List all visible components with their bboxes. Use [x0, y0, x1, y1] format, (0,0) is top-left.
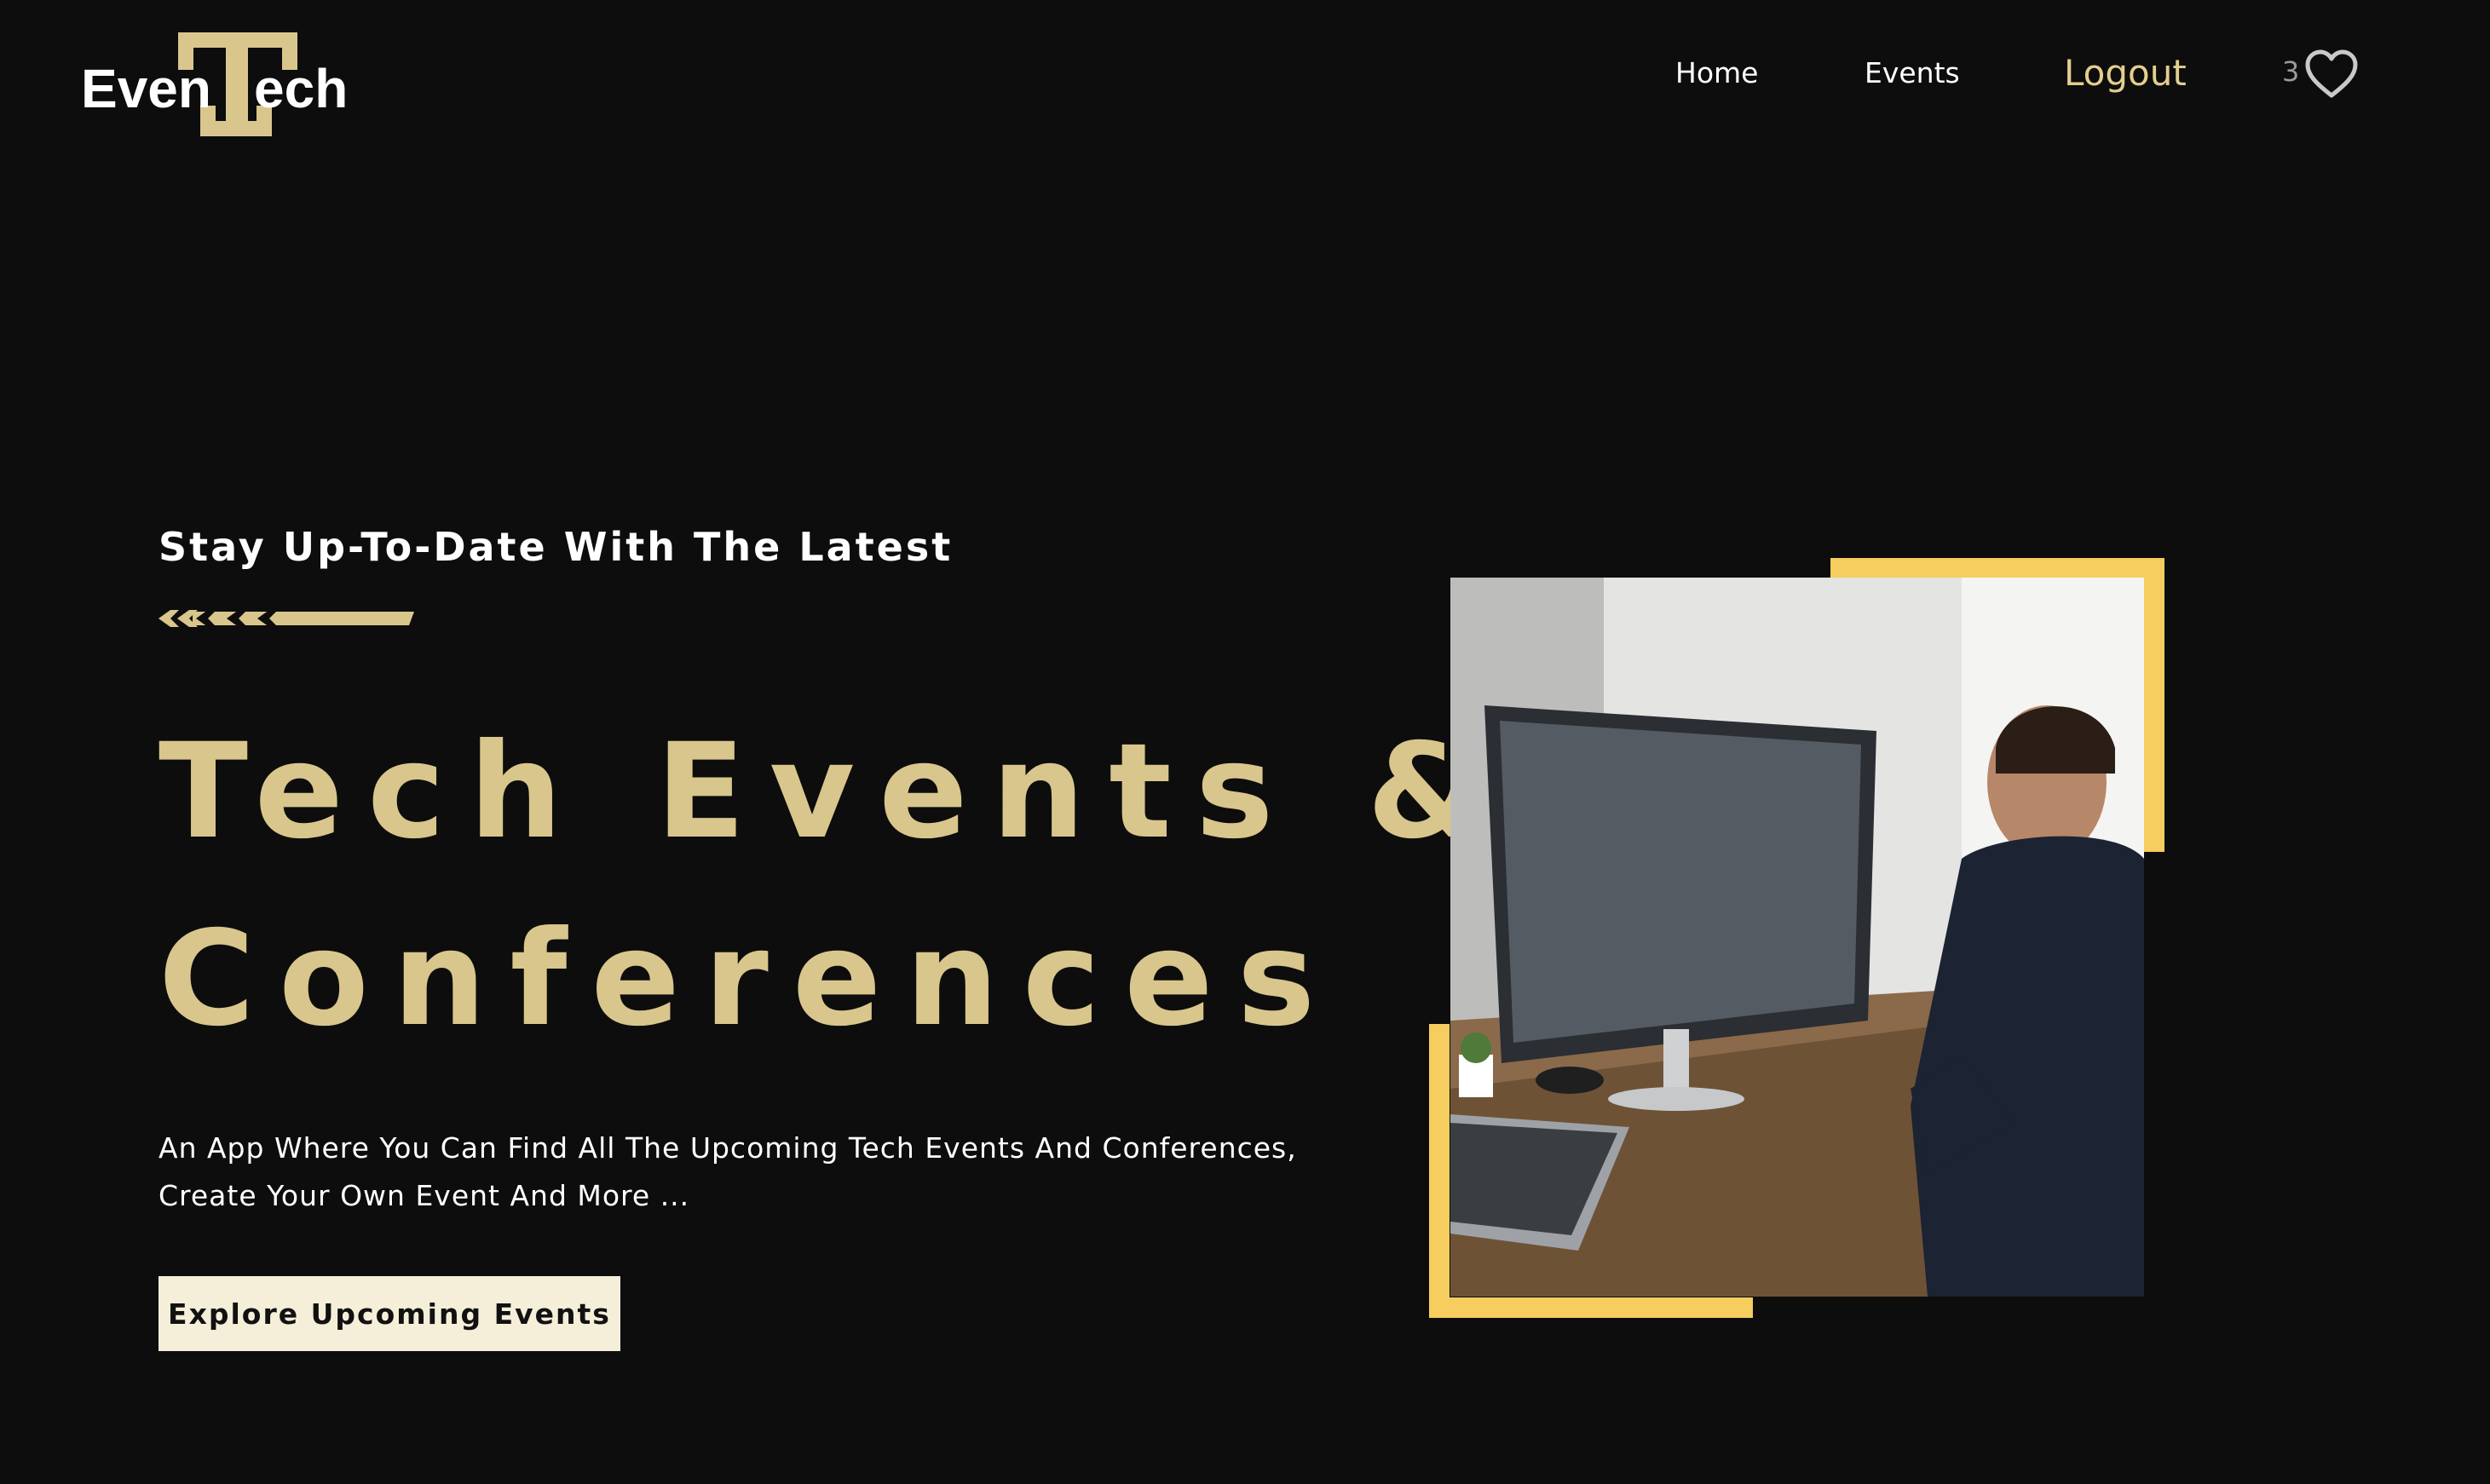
- chevron-divider-icon: [159, 610, 414, 627]
- video-conference-illustration: [1450, 578, 2144, 1297]
- explore-events-button[interactable]: Explore Upcoming Events: [159, 1276, 620, 1351]
- hero-image: [1450, 578, 2144, 1297]
- hero-title-line-2: Conferences: [159, 903, 1340, 1055]
- nav-logout-link[interactable]: Logout: [2064, 49, 2187, 97]
- nav-home-link[interactable]: Home: [1675, 49, 1758, 97]
- nav-events-link[interactable]: Events: [1865, 49, 1960, 97]
- main-nav: Home Events Logout 3: [0, 49, 2490, 101]
- hero-description-line-1: An App Where You Can Find All The Upcomi…: [159, 1131, 1297, 1165]
- hero-title: Tech Events & Conferences: [159, 699, 1506, 1073]
- hero-subtitle: Stay Up-To-Date With The Latest: [159, 524, 954, 570]
- favorites-count: 3: [2282, 55, 2300, 88]
- heart-icon: [2305, 49, 2358, 98]
- hero-title-line-1: Tech Events &: [159, 716, 1506, 868]
- hero-description: An App Where You Can Find All The Upcomi…: [159, 1125, 1300, 1220]
- hero-description-line-2: Create Your Own Event And More ...: [159, 1179, 690, 1212]
- favorites-button[interactable]: 3: [2282, 49, 2367, 101]
